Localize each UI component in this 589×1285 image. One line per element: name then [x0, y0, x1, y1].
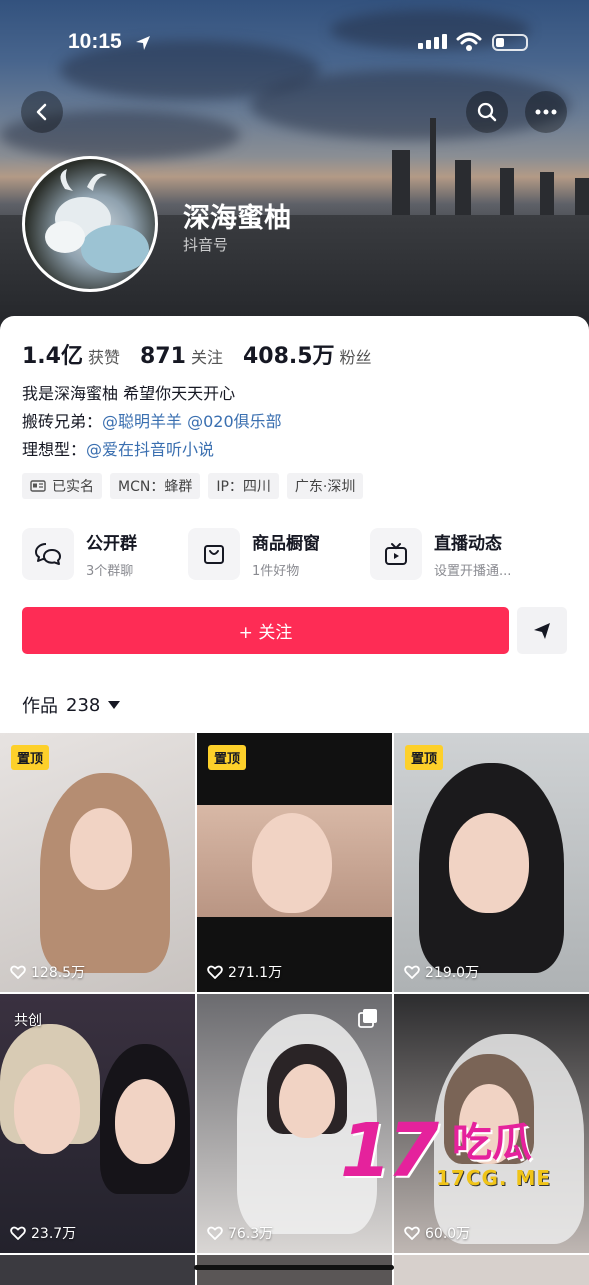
ip-tag: IP：四川: [208, 473, 279, 499]
video-thumbnail[interactable]: 置顶 271.1万: [197, 733, 392, 992]
like-count-value: 76.3万: [228, 1226, 274, 1242]
search-button[interactable]: [466, 91, 508, 133]
likes-count[interactable]: 1.4亿: [22, 338, 83, 370]
multi-image-icon: [358, 1009, 377, 1028]
like-count-value: 60.0万: [425, 1226, 471, 1242]
watermark-text: 吃瓜: [452, 1120, 532, 1166]
heart-icon: [207, 965, 223, 979]
feature-subtitle: 3个群聊: [86, 564, 134, 579]
heart-icon: [10, 965, 26, 979]
id-card-icon: [30, 480, 46, 492]
chat-bubbles-icon: [22, 528, 74, 580]
profile-stats: 1.4亿 获赞 871 关注 408.5万 粉丝: [22, 338, 392, 370]
more-button[interactable]: [525, 91, 567, 133]
followers-label: 粉丝: [339, 348, 372, 367]
search-icon: [477, 102, 497, 122]
video-thumbnail[interactable]: 共创 23.7万: [0, 994, 195, 1253]
bio-line-3-prefix: 理想型：: [22, 440, 87, 459]
watermark-url: 17CG. ME: [436, 1166, 552, 1190]
like-count-value: 23.7万: [31, 1226, 77, 1242]
cellular-signal-icon: [418, 34, 447, 49]
pinned-badge: 置顶: [208, 745, 247, 770]
mention-link[interactable]: @020俱乐部: [187, 412, 282, 431]
more-dots-icon: [535, 109, 557, 115]
feature-title: 直播动态: [434, 534, 502, 554]
verified-tag[interactable]: 已实名: [22, 473, 102, 499]
douyin-id[interactable]: 抖音号: [183, 234, 228, 255]
public-groups-entry[interactable]: 公开群 3个群聊: [22, 526, 137, 582]
like-count: 76.3万: [207, 1223, 273, 1243]
mention-link[interactable]: @爱在抖音听小说: [86, 440, 214, 459]
video-thumbnail[interactable]: 置顶 128.5万: [0, 733, 195, 992]
followers-count[interactable]: 408.5万: [243, 338, 335, 370]
like-count: 60.0万: [404, 1223, 470, 1243]
nickname: 深海蜜柚: [183, 203, 291, 234]
likes-label: 获赞: [87, 348, 120, 367]
like-count: 128.5万: [10, 962, 85, 982]
status-bar: 10:15: [0, 28, 589, 58]
like-count: 23.7万: [10, 1223, 76, 1243]
profile-tags: 已实名 MCN：蜂群 IP：四川 广东·深圳: [22, 473, 364, 499]
following-label: 关注: [190, 348, 223, 367]
heart-icon: [10, 1226, 26, 1240]
bio-line-3: 理想型：@爱在抖音听小说: [22, 440, 214, 460]
like-count: 271.1万: [207, 962, 282, 982]
verified-tag-label: 已实名: [52, 479, 94, 495]
mention-link[interactable]: @聪明羊羊: [102, 412, 182, 431]
mcn-tag[interactable]: MCN：蜂群: [110, 473, 201, 499]
video-thumbnail[interactable]: [0, 1255, 195, 1285]
shopping-bag-icon: [188, 528, 240, 580]
location-tag[interactable]: 广东·深圳: [286, 473, 364, 499]
pinned-badge: 置顶: [11, 745, 50, 770]
following-count[interactable]: 871: [140, 344, 186, 369]
watermark-number: 17: [340, 1108, 439, 1194]
video-thumbnail[interactable]: [394, 1255, 589, 1285]
avatar[interactable]: [22, 156, 158, 292]
home-indicator[interactable]: [194, 1265, 394, 1270]
heart-icon: [404, 965, 420, 979]
feature-subtitle: 设置开播通...: [434, 564, 512, 579]
works-count: 238: [66, 694, 101, 716]
bio-line-2-prefix: 搬砖兄弟：: [22, 412, 103, 431]
share-button[interactable]: [517, 607, 567, 654]
send-arrow-icon: [534, 622, 550, 639]
caret-down-icon: [108, 701, 121, 709]
works-tab[interactable]: 作品 238: [22, 692, 121, 718]
follow-button[interactable]: + 关注: [22, 607, 509, 654]
live-updates-entry[interactable]: 直播动态 设置开播通...: [370, 526, 511, 582]
feature-title: 商品橱窗: [252, 534, 320, 554]
like-count-value: 128.5万: [31, 965, 86, 981]
feature-subtitle: 1件好物: [252, 564, 300, 579]
back-button[interactable]: [21, 91, 63, 133]
chevron-left-icon: [36, 103, 47, 121]
pinned-badge: 置顶: [405, 745, 444, 770]
heart-icon: [207, 1226, 223, 1240]
battery-icon: [492, 34, 528, 51]
site-watermark: 17 吃瓜 17CG. ME: [340, 1108, 580, 1198]
status-time: 10:15: [68, 30, 122, 53]
location-arrow-icon: [136, 36, 150, 50]
goat-avatar-image: [45, 169, 149, 273]
wifi-icon: [456, 32, 482, 51]
bio-line-2: 搬砖兄弟：@聪明羊羊 @020俱乐部: [22, 412, 282, 432]
like-count-value: 219.0万: [425, 965, 480, 981]
heart-icon: [404, 1226, 420, 1240]
like-count-value: 271.1万: [228, 965, 283, 981]
video-thumbnail[interactable]: 置顶 219.0万: [394, 733, 589, 992]
bio-line-1: 我是深海蜜柚 希望你天天开心: [22, 384, 236, 403]
feature-title: 公开群: [86, 534, 137, 554]
tv-icon: [370, 528, 422, 580]
works-label: 作品: [22, 696, 58, 717]
like-count: 219.0万: [404, 962, 479, 982]
collab-badge: 共创: [14, 1013, 42, 1029]
showcase-entry[interactable]: 商品橱窗 1件好物: [188, 526, 320, 582]
video-thumbnail[interactable]: [197, 1255, 392, 1285]
